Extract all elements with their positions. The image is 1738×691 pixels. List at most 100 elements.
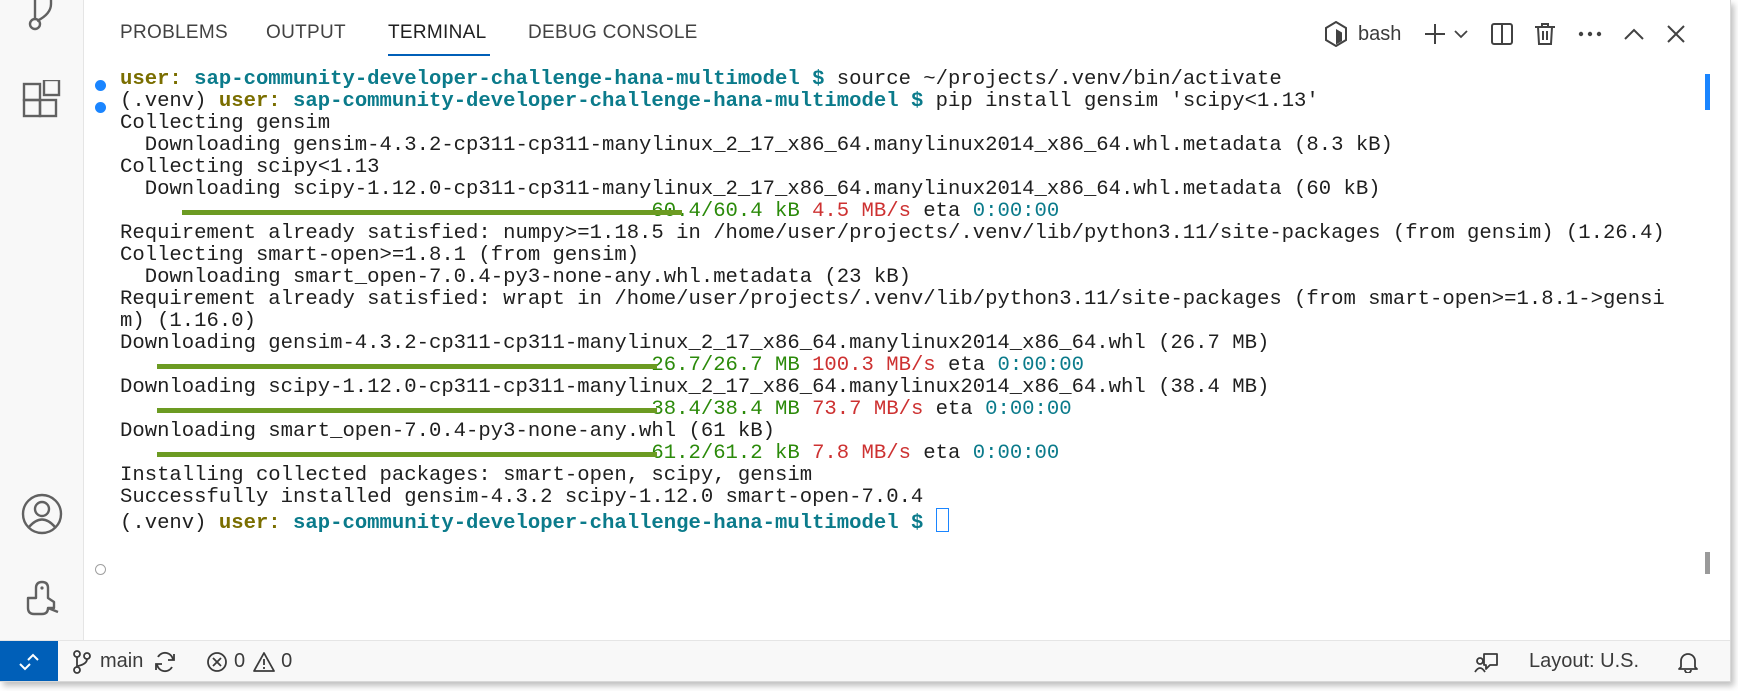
terminal-line: Successfully installed gensim-4.3.2 scip… [120,486,923,510]
sync-icon [155,651,176,672]
line-text: user: [120,68,182,91]
tab-terminal[interactable]: TERMINAL [388,22,486,44]
chat-feedback-button[interactable] [1474,641,1500,681]
feedback-icon [1474,652,1498,673]
line-text: 0:00:00 [972,442,1060,465]
line-text: Downloading gensim-4.3.2-cp311-cp311-man… [120,332,1270,355]
line-text [182,68,194,91]
accounts-icon[interactable] [18,490,66,538]
branch-indicator[interactable]: main [72,641,177,681]
deploy-icon[interactable] [18,574,66,622]
terminal-line: Collecting gensim [120,112,330,136]
error-count: 0 [234,650,246,672]
trash-icon [1535,23,1555,45]
line-text: m) (1.16.0) [120,310,256,333]
line-text: Installing collected packages: smart-ope… [120,464,813,487]
kill-terminal-button[interactable] [1529,18,1561,50]
scrollbar-marker[interactable] [1705,74,1710,110]
remote-indicator[interactable] [0,641,58,681]
line-text: eta [935,354,998,377]
terminal-line: Downloading gensim-4.3.2-cp311-cp311-man… [120,134,1393,158]
line-text: 38.4/38.4 MB [651,398,800,421]
maximize-panel-button[interactable] [1618,18,1650,50]
remote-icon [19,653,39,670]
command-success-decoration[interactable] [95,80,106,91]
terminal-line: Installing collected packages: smart-ope… [120,464,812,488]
plus-icon [1425,24,1445,44]
line-text [800,442,812,465]
line-text [923,512,935,535]
command-success-decoration[interactable] [95,102,106,113]
scrollbar-thumb[interactable] [1705,552,1710,574]
active-tab-indicator [388,54,490,56]
terminal-line: Collecting smart-open>=1.8.1 (from gensi… [120,244,639,268]
progress-bar [157,408,657,413]
line-text: Requirement already satisfied: wrapt in … [120,288,1665,311]
line-text: 26.7/26.7 MB [651,354,800,377]
line-text: eta [910,200,973,223]
line-text: source ~/projects/.venv/bin/activate [824,68,1282,91]
line-text: 0:00:00 [972,200,1060,223]
terminal-cursor[interactable] [935,508,949,532]
terminal-bash-icon [1324,21,1348,47]
terminal-line: (.venv) user: sap-community-developer-ch… [120,90,1319,114]
activity-bar [0,0,84,640]
panel-tab-bar: PROBLEMS OUTPUT TERMINAL DEBUG CONSOLE b… [84,0,1730,62]
line-text: (.venv) [120,512,219,535]
problems-indicator[interactable]: 0 0 [206,641,292,681]
source-control-icon[interactable] [18,0,66,38]
notifications-button[interactable] [1678,641,1698,681]
terminal-line: Requirement already satisfied: wrapt in … [120,288,1665,312]
line-text: sap-community-developer-challenge-hana-m… [293,90,924,113]
keyboard-layout-indicator[interactable]: Layout: U.S. [1529,641,1639,681]
line-text: Collecting gensim [120,112,331,135]
git-branch-icon [73,649,91,674]
tab-debug-console[interactable]: DEBUG CONSOLE [528,22,698,44]
line-text: sap-community-developer-challenge-hana-m… [293,512,924,535]
close-panel-button[interactable] [1660,18,1692,50]
line-text: user: [218,512,281,535]
extensions-icon[interactable] [18,76,66,124]
terminal-shell-selector[interactable]: bash [1324,18,1414,50]
line-text: pip install gensim 'scipy<1.13' [923,90,1319,113]
more-actions-button[interactable] [1574,18,1606,50]
line-text: Collecting scipy<1.13 [120,156,380,179]
error-icon [207,651,227,672]
line-text: Requirement already satisfied: numpy>=1.… [120,222,1665,245]
vscode-window: PROBLEMS OUTPUT TERMINAL DEBUG CONSOLE b… [0,0,1731,682]
terminal-line: m) (1.16.0) [120,310,256,334]
line-text: sap-community-developer-challenge-hana-m… [194,68,825,91]
line-text: Collecting smart-open>=1.8.1 (from gensi… [120,244,640,267]
command-pending-decoration[interactable] [95,564,106,575]
line-text: Downloading scipy-1.12.0-cp311-cp311-man… [144,178,1381,201]
terminal-line: Downloading gensim-4.3.2-cp311-cp311-man… [120,332,1269,356]
status-bar: main 0 0 Layout: U.S. [0,640,1730,681]
line-text: Downloading scipy-1.12.0-cp311-cp311-man… [120,376,1270,399]
terminal-line: Collecting scipy<1.13 [120,156,380,180]
line-text [800,354,812,377]
terminal-launch-profile-button[interactable] [1450,18,1472,50]
tab-output[interactable]: OUTPUT [266,22,346,44]
line-text: (.venv) [120,90,219,113]
line-text: 0:00:00 [985,398,1072,421]
tab-problems[interactable]: PROBLEMS [120,22,228,44]
line-text [281,512,293,535]
terminal-output[interactable]: user: sap-community-developer-challenge-… [84,62,1730,640]
line-text: user: [218,90,281,113]
line-text [281,90,293,113]
terminal-line: Downloading smart_open-7.0.4-py3-none-an… [120,420,775,444]
chevron-up-icon [1624,28,1644,40]
line-text: 0:00:00 [997,354,1084,377]
line-text: 4.5 MB/s [812,200,911,223]
line-text: Successfully installed gensim-4.3.2 scip… [120,486,924,509]
line-text: 7.8 MB/s [812,442,911,465]
line-text: Downloading smart_open-7.0.4-py3-none-an… [144,266,911,289]
line-text: 73.7 MB/s [812,398,924,421]
line-text: eta [910,442,973,465]
new-terminal-button[interactable] [1420,18,1450,50]
split-terminal-button[interactable] [1486,18,1518,50]
line-text: 61.2/61.2 kB [651,442,800,465]
